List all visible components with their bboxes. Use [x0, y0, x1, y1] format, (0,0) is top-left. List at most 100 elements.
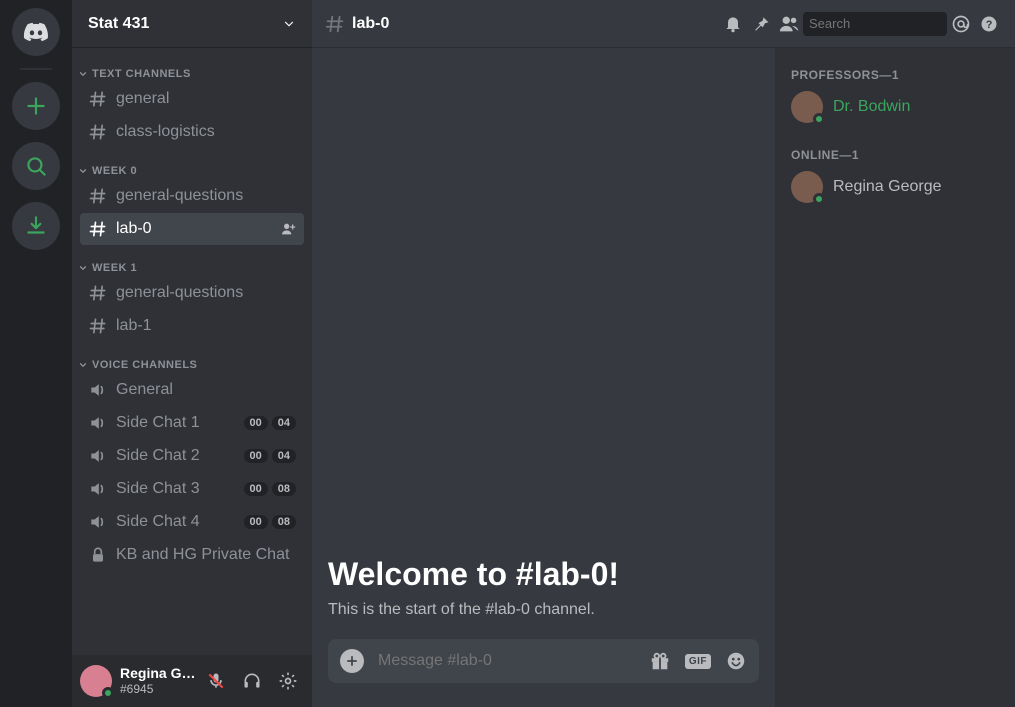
welcome-subtitle: This is the start of the #lab-0 channel. — [328, 601, 759, 619]
channel-label: Side Chat 1 — [116, 414, 244, 432]
speaker-icon — [88, 512, 108, 532]
hash-icon — [88, 89, 108, 109]
hash-icon — [88, 219, 108, 239]
home-button[interactable] — [12, 8, 60, 56]
member-avatar — [791, 171, 823, 203]
member-group-header: ONLINE—1 — [783, 128, 1007, 166]
help-button[interactable]: ? — [975, 12, 1003, 36]
help-icon: ? — [979, 14, 999, 34]
channel-label: general — [116, 90, 296, 108]
channel-sidebar: Stat 431 TEXT CHANNELS general class-logis… — [72, 0, 312, 707]
add-server-button[interactable] — [12, 82, 60, 130]
mute-button[interactable] — [200, 665, 232, 697]
category-header[interactable]: VOICE CHANNELS — [72, 343, 312, 373]
category-header[interactable]: WEEK 1 — [72, 246, 312, 276]
channel-item[interactable]: general-questions — [80, 277, 304, 309]
guild-divider — [20, 68, 52, 70]
invite-button[interactable] — [280, 221, 296, 237]
channel-badge: 08 — [272, 482, 296, 496]
channel-label: Side Chat 3 — [116, 480, 244, 498]
channel-badge: 00 — [244, 515, 268, 529]
channel-badge: 00 — [244, 482, 268, 496]
mentions-button[interactable] — [947, 12, 975, 36]
channel-item[interactable]: Side Chat 400 08 — [80, 506, 304, 538]
chevron-down-icon — [78, 360, 88, 370]
member-avatar — [791, 91, 823, 123]
channel-item[interactable]: class-logistics — [80, 116, 304, 148]
status-indicator — [102, 687, 114, 699]
channel-label: class-logistics — [116, 123, 296, 141]
welcome-title: Welcome to #lab-0! — [328, 556, 759, 593]
member-item[interactable]: Regina George — [783, 166, 1007, 208]
hash-icon — [88, 316, 108, 336]
user-name: Regina Geor... — [120, 666, 200, 681]
main-area: lab-0 ? Welcome to #lab-0! This is the s… — [312, 0, 1015, 707]
channel-item[interactable]: General — [80, 374, 304, 406]
plus-icon — [23, 93, 49, 119]
hash-icon — [88, 186, 108, 206]
channel-item[interactable]: lab-0 — [80, 213, 304, 245]
user-avatar[interactable] — [80, 665, 112, 697]
server-header[interactable]: Stat 431 — [72, 0, 312, 48]
emoji-button[interactable] — [725, 650, 747, 672]
channel-item[interactable]: general — [80, 83, 304, 115]
emoji-icon — [725, 650, 747, 672]
svg-text:?: ? — [986, 19, 993, 31]
pins-button[interactable] — [747, 12, 775, 36]
speaker-icon — [88, 413, 108, 433]
search-box[interactable] — [803, 12, 947, 36]
hash-icon — [324, 13, 346, 35]
category-header[interactable]: TEXT CHANNELS — [72, 52, 312, 82]
discord-logo-icon — [23, 19, 49, 45]
plus-icon — [345, 654, 359, 668]
notifications-button[interactable] — [719, 12, 747, 36]
channel-label: lab-1 — [116, 317, 296, 335]
server-name: Stat 431 — [88, 15, 149, 33]
gift-button[interactable] — [649, 650, 671, 672]
status-indicator — [813, 193, 825, 205]
channel-label: Side Chat 4 — [116, 513, 244, 531]
message-input[interactable] — [378, 652, 635, 670]
channel-item[interactable]: Side Chat 10004 — [80, 407, 304, 439]
message-composer: GIF — [328, 639, 759, 683]
member-item[interactable]: Dr. Bodwin — [783, 86, 1007, 128]
speaker-icon — [88, 479, 108, 499]
gif-label: GIF — [685, 654, 711, 669]
gif-button[interactable]: GIF — [685, 654, 711, 669]
category-name: WEEK 1 — [92, 262, 137, 274]
channel-item[interactable]: Side Chat 20004 — [80, 440, 304, 472]
at-icon — [951, 14, 971, 34]
explore-button[interactable] — [12, 142, 60, 190]
hash-icon — [88, 283, 108, 303]
channel-item[interactable]: KB and HG Private Chat — [80, 539, 304, 571]
channel-item[interactable]: general-questions — [80, 180, 304, 212]
category-header[interactable]: WEEK 0 — [72, 149, 312, 179]
guild-rail — [0, 0, 72, 707]
chat-body: Welcome to #lab-0! This is the start of … — [312, 48, 1015, 707]
message-area: Welcome to #lab-0! This is the start of … — [312, 48, 775, 707]
topbar: lab-0 ? — [312, 0, 1015, 48]
channel-badge: 04 — [272, 416, 296, 430]
channel-item[interactable]: lab-1 — [80, 310, 304, 342]
download-icon — [23, 213, 49, 239]
user-tag: #6945 — [120, 682, 200, 696]
bell-icon — [723, 14, 743, 34]
settings-button[interactable] — [272, 665, 304, 697]
category-name: WEEK 0 — [92, 165, 137, 177]
headphones-icon — [242, 671, 262, 691]
channel-title: lab-0 — [324, 13, 389, 35]
channel-label: lab-0 — [116, 220, 280, 238]
members-toggle-button[interactable] — [775, 12, 803, 36]
channel-item[interactable]: Side Chat 300 08 — [80, 473, 304, 505]
chevron-down-icon — [78, 69, 88, 79]
deafen-button[interactable] — [236, 665, 268, 697]
member-group-header: PROFESSORS—1 — [783, 48, 1007, 86]
category-name: VOICE CHANNELS — [92, 359, 197, 371]
attach-button[interactable] — [340, 649, 364, 673]
category-name: TEXT CHANNELS — [92, 68, 191, 80]
channel-label: general-questions — [116, 187, 296, 205]
channel-badge: 08 — [272, 515, 296, 529]
member-list: PROFESSORS—1Dr. BodwinONLINE—1Regina Geo… — [775, 48, 1015, 707]
download-apps-button[interactable] — [12, 202, 60, 250]
channel-list: TEXT CHANNELS general class-logistics WEEK … — [72, 48, 312, 655]
